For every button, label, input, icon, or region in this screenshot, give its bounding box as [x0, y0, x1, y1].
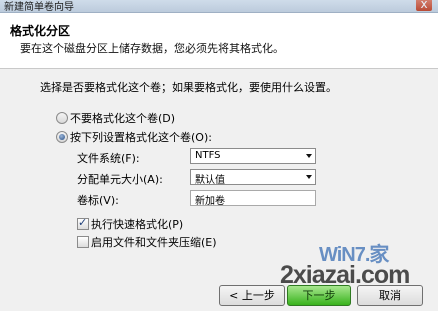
filesystem-value: NTFS [195, 150, 221, 161]
no-format-label[interactable]: 不要格式化这个卷(D) [70, 110, 175, 126]
volume-label-value: 新加卷 [195, 196, 225, 207]
no-format-radio[interactable] [56, 112, 68, 124]
window-title: 新建简单卷向导 [4, 2, 74, 13]
chevron-down-icon[interactable] [306, 154, 312, 158]
format-label[interactable]: 按下列设置格式化这个卷(O): [70, 129, 212, 145]
cancel-button[interactable]: 取消 [357, 285, 423, 306]
close-icon[interactable]: x [416, 0, 432, 11]
page-title: 格式化分区 [10, 24, 71, 38]
volume-label-label: 卷标(V): [77, 194, 119, 207]
title-bar[interactable]: 新建简单卷向导 x [0, 0, 438, 13]
page-subtitle: 要在这个磁盘分区上储存数据，您必须先将其格式化。 [20, 42, 284, 55]
allocation-label: 分配单元大小(A): [77, 173, 163, 186]
compression-checkbox[interactable] [77, 236, 89, 248]
quick-format-checkbox[interactable]: ✓ [77, 216, 89, 230]
compression-label[interactable]: 启用文件和文件夹压缩(E) [91, 234, 217, 250]
allocation-value: 默认值 [195, 175, 225, 186]
allocation-select[interactable]: 默认值 [190, 169, 316, 186]
instruction-text: 选择是否要格式化这个卷；如果要格式化，要使用什么设置。 [40, 81, 337, 94]
back-button[interactable]: < 上一步 [219, 285, 285, 306]
filesystem-label: 文件系统(F): [77, 152, 140, 165]
wizard-window: 新建简单卷向导 x 格式化分区 要在这个磁盘分区上储存数据，您必须先将其格式化。… [0, 0, 438, 311]
check-icon: ✓ [78, 216, 88, 229]
next-button[interactable]: 下一步 [287, 285, 351, 306]
volume-label-input[interactable]: 新加卷 [190, 190, 316, 207]
wizard-header: 格式化分区 要在这个磁盘分区上储存数据，您必须先将其格式化。 [0, 13, 438, 69]
quick-format-label[interactable]: 执行快速格式化(P) [91, 216, 183, 232]
filesystem-select[interactable]: NTFS [190, 148, 316, 164]
format-radio[interactable] [56, 131, 68, 143]
chevron-down-icon[interactable] [306, 175, 312, 179]
win7-logo: WiN7.家 [319, 244, 389, 266]
